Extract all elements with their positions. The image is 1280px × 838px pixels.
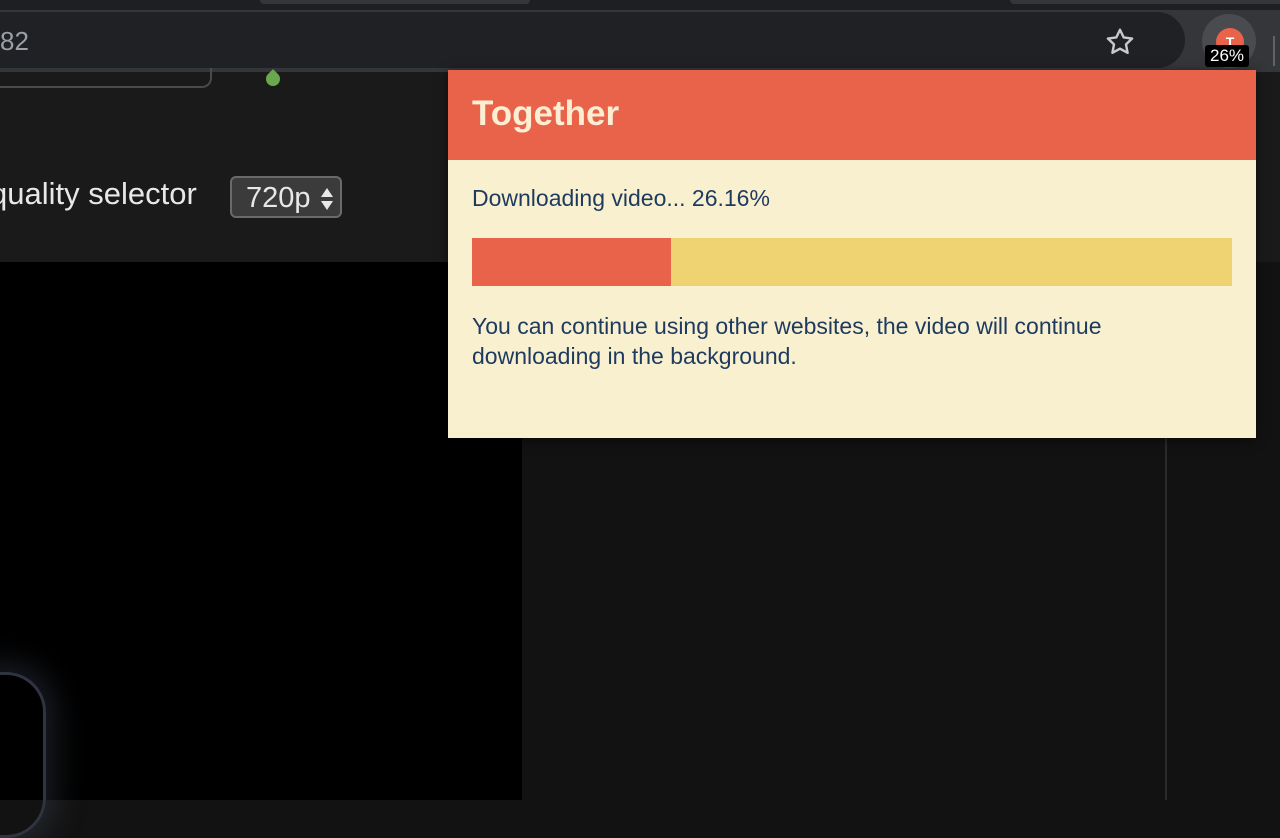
download-progress-bar bbox=[472, 238, 1232, 286]
quality-value: 720p bbox=[246, 182, 311, 214]
video-player[interactable] bbox=[0, 262, 522, 838]
browser-toolbar: 82 T bbox=[0, 10, 1280, 72]
popup-header: Together bbox=[448, 70, 1256, 160]
background-info-text: You can continue using other websites, t… bbox=[472, 313, 1102, 369]
address-bar[interactable]: 82 bbox=[0, 12, 1185, 68]
progress-fill bbox=[472, 238, 671, 286]
leaf-icon bbox=[263, 69, 283, 89]
tab-strip bbox=[0, 0, 1280, 10]
page-control[interactable] bbox=[0, 68, 212, 88]
download-status: Downloading video... 26.16% bbox=[472, 185, 770, 211]
extension-badge: 26% bbox=[1205, 45, 1250, 67]
popup-title: Together bbox=[472, 94, 620, 133]
address-text[interactable]: 82 bbox=[0, 26, 29, 57]
tab[interactable] bbox=[1010, 0, 1280, 4]
toolbar-divider bbox=[1273, 36, 1275, 66]
select-arrows-icon bbox=[321, 188, 333, 210]
quality-selector-label: quality selector bbox=[0, 176, 197, 211]
extension-popup: Together Downloading video... 26.16% You… bbox=[448, 70, 1256, 438]
video-overlay-control bbox=[0, 672, 46, 838]
bookmark-star-icon[interactable] bbox=[1104, 26, 1136, 58]
quality-select[interactable]: 720p bbox=[230, 176, 342, 218]
tab[interactable] bbox=[260, 0, 530, 4]
